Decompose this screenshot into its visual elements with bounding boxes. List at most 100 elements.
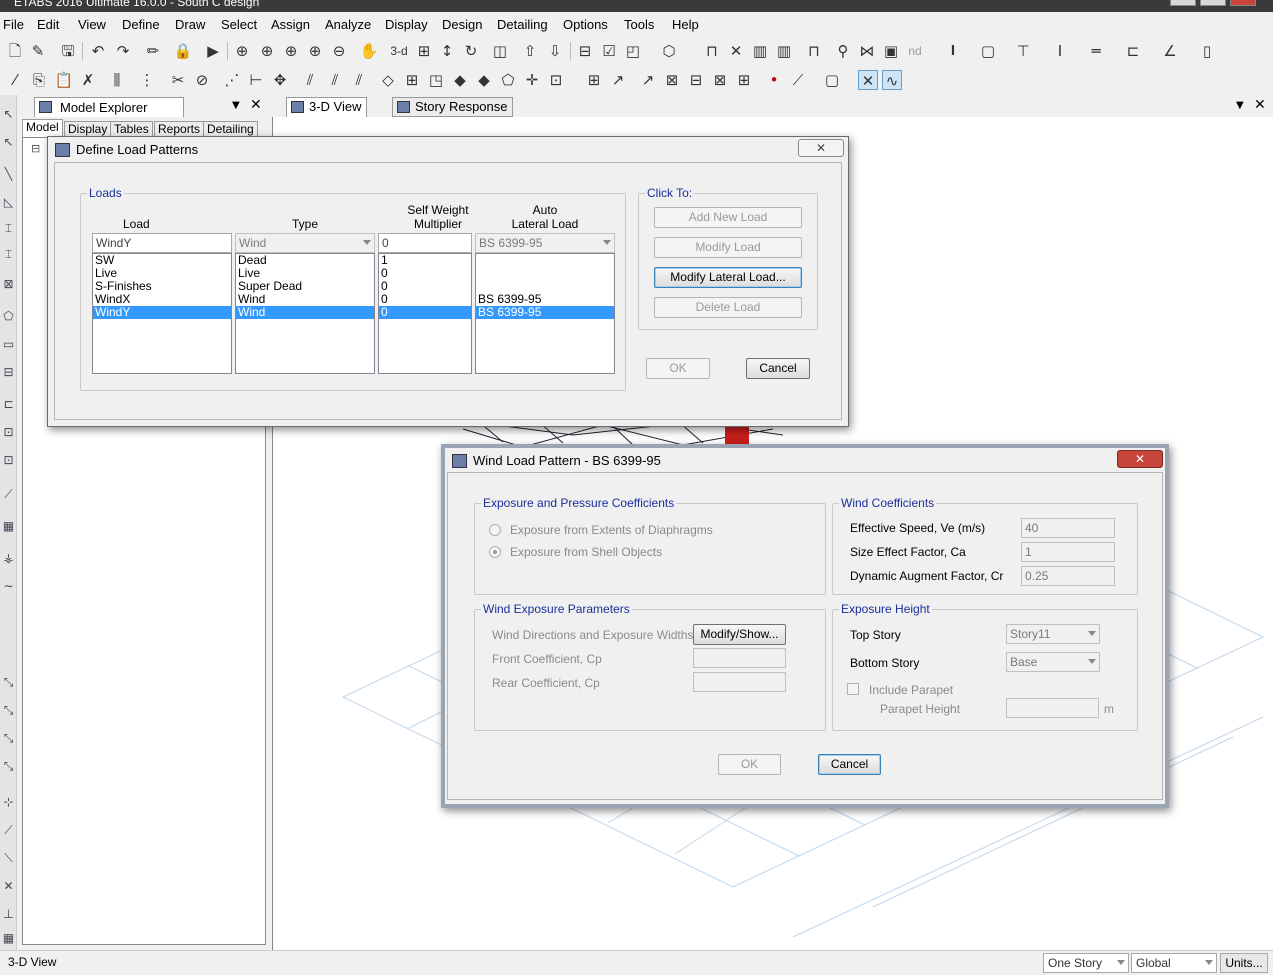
- coord-system-select[interactable]: Global: [1131, 953, 1217, 973]
- close-icon[interactable]: ✕: [798, 139, 844, 157]
- zoom-in-icon[interactable]: ⊕: [281, 41, 301, 61]
- radio-diaphragms[interactable]: [489, 524, 501, 536]
- draw-grid-icon[interactable]: ▦: [1, 519, 16, 537]
- rubber-icon[interactable]: ⊘: [192, 70, 212, 90]
- auto-lateral-select[interactable]: BS 6399-95: [475, 233, 615, 253]
- menu-help[interactable]: Help: [672, 17, 699, 32]
- all-icon[interactable]: ⊞: [734, 70, 754, 90]
- area-icon[interactable]: ⫽: [349, 70, 369, 90]
- draw-link-icon[interactable]: ⟋: [1, 487, 16, 505]
- load-name-input[interactable]: WindY: [92, 233, 232, 253]
- snap-grid-icon[interactable]: ▦: [1, 931, 16, 949]
- view-dropdown-icon[interactable]: ▼: [1236, 100, 1244, 111]
- angle-icon[interactable]: ∠: [1160, 41, 1180, 61]
- move-icon[interactable]: ⊢: [246, 70, 266, 90]
- zoom-out-icon[interactable]: ⊕: [305, 41, 325, 61]
- menu-display[interactable]: Display: [385, 17, 428, 32]
- pencil-icon[interactable]: ✏: [143, 41, 163, 61]
- dim-icon[interactable]: ═: [1086, 41, 1106, 61]
- column-icon[interactable]: ▥: [774, 41, 794, 61]
- draw-ramp-icon[interactable]: ⊡: [1, 453, 16, 471]
- undo-icon[interactable]: ↶: [88, 41, 108, 61]
- section-shape-icon[interactable]: ▢: [978, 41, 998, 61]
- view-close-icon[interactable]: ✕: [1254, 97, 1266, 113]
- tee-icon[interactable]: ⊤: [1013, 41, 1033, 61]
- tab-model[interactable]: Model: [22, 119, 63, 137]
- size-effect-input[interactable]: 1: [1021, 542, 1115, 562]
- opening-icon[interactable]: ◇: [378, 70, 398, 90]
- menu-edit[interactable]: Edit: [37, 17, 59, 32]
- menu-draw[interactable]: Draw: [175, 17, 205, 32]
- delete-load-button[interactable]: Delete Load: [654, 297, 802, 318]
- shell-icon[interactable]: ⫽: [325, 70, 345, 90]
- modify-lateral-load-button[interactable]: Modify Lateral Load...: [654, 267, 802, 288]
- redo-icon[interactable]: ↷: [113, 41, 133, 61]
- menu-options[interactable]: Options: [563, 17, 608, 32]
- cut-icon[interactable]: ✂: [168, 70, 188, 90]
- top-story-select[interactable]: Story11: [1006, 624, 1100, 644]
- draw-opening-icon[interactable]: ⊏: [1, 397, 16, 415]
- ok-button[interactable]: OK: [646, 358, 710, 379]
- draw-icon[interactable]: ⁄: [5, 70, 25, 90]
- object-shrink-icon[interactable]: ⊟: [575, 41, 595, 61]
- draw-dimension-icon[interactable]: ⚶: [1, 551, 16, 569]
- tab-3d-view[interactable]: 3-D View: [286, 97, 367, 117]
- point-snap-icon[interactable]: •: [764, 70, 784, 90]
- draw-floor-icon[interactable]: ⬠: [1, 309, 16, 327]
- units-button[interactable]: Units...: [1220, 953, 1268, 973]
- include-parapet-checkbox[interactable]: [847, 683, 859, 695]
- tab-detailing[interactable]: Detailing: [203, 121, 258, 137]
- delete-icon[interactable]: ✗: [78, 70, 98, 90]
- draw-wall-icon[interactable]: ⌶: [1, 247, 16, 265]
- frame-load-icon[interactable]: ↗: [638, 70, 658, 90]
- panel-icon[interactable]: ⊟: [686, 70, 706, 90]
- draw-rect-icon[interactable]: ▭: [1, 337, 16, 355]
- active-snap-icon[interactable]: ✕: [858, 70, 878, 90]
- auto-lateral-list[interactable]: ​ ​ ​ BS 6399-95 BS 6399-95: [475, 253, 615, 374]
- select-icon[interactable]: ✥: [270, 70, 290, 90]
- snap-intersect-icon[interactable]: ✕: [1, 879, 16, 897]
- align-icon[interactable]: ⋰: [222, 70, 242, 90]
- link-icon[interactable]: ⚲: [833, 41, 853, 61]
- draw-wave-icon[interactable]: ∼: [1, 579, 16, 597]
- perspective-icon[interactable]: ◫: [490, 41, 510, 61]
- pointer-icon[interactable]: ↖: [1, 107, 16, 125]
- radio-shell-objects[interactable]: [489, 546, 501, 558]
- move-up-icon[interactable]: ⇧: [520, 41, 540, 61]
- frame-select-icon[interactable]: ⊡: [546, 70, 566, 90]
- zoom-window-icon[interactable]: ⊕: [232, 41, 252, 61]
- frame-icon[interactable]: ◰: [623, 41, 643, 61]
- modify-load-button[interactable]: Modify Load: [654, 237, 802, 258]
- draw-restraint-icon[interactable]: ⤡: [1, 731, 16, 749]
- snap-perp-icon[interactable]: ⊥: [1, 907, 16, 925]
- list-item[interactable]: ​: [476, 267, 614, 280]
- story-select[interactable]: One Story: [1043, 953, 1129, 973]
- maximize-button[interactable]: [1200, 0, 1226, 6]
- plate-icon[interactable]: ▯: [1197, 41, 1217, 61]
- draw-wall-stack-icon[interactable]: ⊡: [1, 425, 16, 443]
- section-icon[interactable]: ⬡: [659, 41, 679, 61]
- list-item[interactable]: 0: [379, 293, 471, 306]
- replicate-icon[interactable]: ⋮: [137, 70, 157, 90]
- channel-icon[interactable]: ⊏: [1123, 41, 1143, 61]
- line-snap-icon[interactable]: ⟋: [788, 70, 808, 90]
- list-item-selected[interactable]: 0: [379, 306, 471, 319]
- draw-brace-icon[interactable]: ⊠: [1, 277, 16, 295]
- parapet-height-input[interactable]: [1006, 698, 1099, 718]
- frame-draw-icon[interactable]: ⊓: [804, 41, 824, 61]
- draw-slab-icon[interactable]: ⊟: [1, 365, 16, 383]
- set-display-icon[interactable]: ☑: [599, 41, 619, 61]
- zoom-rubber-icon[interactable]: ⊕: [257, 41, 277, 61]
- effective-speed-input[interactable]: 40: [1021, 518, 1115, 538]
- menu-tools[interactable]: Tools: [624, 17, 654, 32]
- edge-icon[interactable]: ⬠: [498, 70, 518, 90]
- menu-design[interactable]: Design: [442, 17, 482, 32]
- draw-spring-icon[interactable]: ⤡: [1, 675, 16, 693]
- menu-select[interactable]: Select: [221, 17, 257, 32]
- front-coefficient-input[interactable]: [693, 648, 786, 668]
- rear-coefficient-input[interactable]: [693, 672, 786, 692]
- new-file-icon[interactable]: 🗋: [5, 41, 25, 61]
- snap-line-icon[interactable]: ⟋: [1, 823, 16, 841]
- draw-column-icon[interactable]: ⌶: [1, 221, 16, 239]
- list-item-selected[interactable]: BS 6399-95: [476, 306, 614, 319]
